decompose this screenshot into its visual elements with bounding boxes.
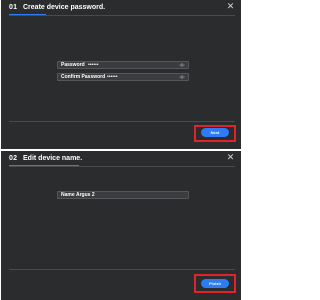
eye-icon[interactable] bbox=[179, 75, 185, 79]
password-value: •••••• bbox=[88, 62, 99, 68]
create-password-dialog: 01 Create device password. ✕ Password ••… bbox=[1, 0, 241, 149]
name-value: Argus 2 bbox=[76, 192, 95, 198]
step-progress-underline bbox=[9, 165, 79, 166]
device-name-field[interactable]: Name Argus 2 bbox=[57, 191, 189, 199]
header-divider bbox=[9, 166, 235, 167]
confirm-password-field[interactable]: Confirm Password •••••• bbox=[57, 73, 189, 81]
dialog-title: Create device password. bbox=[23, 4, 106, 11]
step-progress-underline bbox=[9, 14, 46, 15]
confirm-password-label: Confirm Password bbox=[61, 74, 106, 80]
finish-button[interactable]: Finish bbox=[201, 279, 229, 288]
password-label: Password bbox=[61, 62, 85, 68]
dialog-header: 02 Edit device name. ✕ bbox=[1, 151, 241, 169]
next-button[interactable]: Next bbox=[201, 128, 229, 137]
dialog-title: Edit device name. bbox=[23, 155, 83, 162]
step-number: 01 bbox=[9, 4, 18, 11]
header-divider bbox=[9, 15, 235, 16]
edit-device-name-dialog: 02 Edit device name. ✕ Name Argus 2 Fini… bbox=[1, 151, 241, 300]
footer-divider bbox=[9, 269, 235, 270]
password-field[interactable]: Password •••••• bbox=[57, 61, 189, 69]
eye-icon[interactable] bbox=[179, 63, 185, 67]
step-number: 02 bbox=[9, 155, 18, 162]
close-icon[interactable]: ✕ bbox=[226, 153, 235, 162]
dialog-header: 01 Create device password. ✕ bbox=[1, 0, 241, 18]
footer-divider bbox=[9, 121, 235, 122]
name-label: Name bbox=[61, 192, 75, 198]
close-icon[interactable]: ✕ bbox=[226, 2, 235, 11]
confirm-password-value: •••••• bbox=[107, 74, 118, 80]
